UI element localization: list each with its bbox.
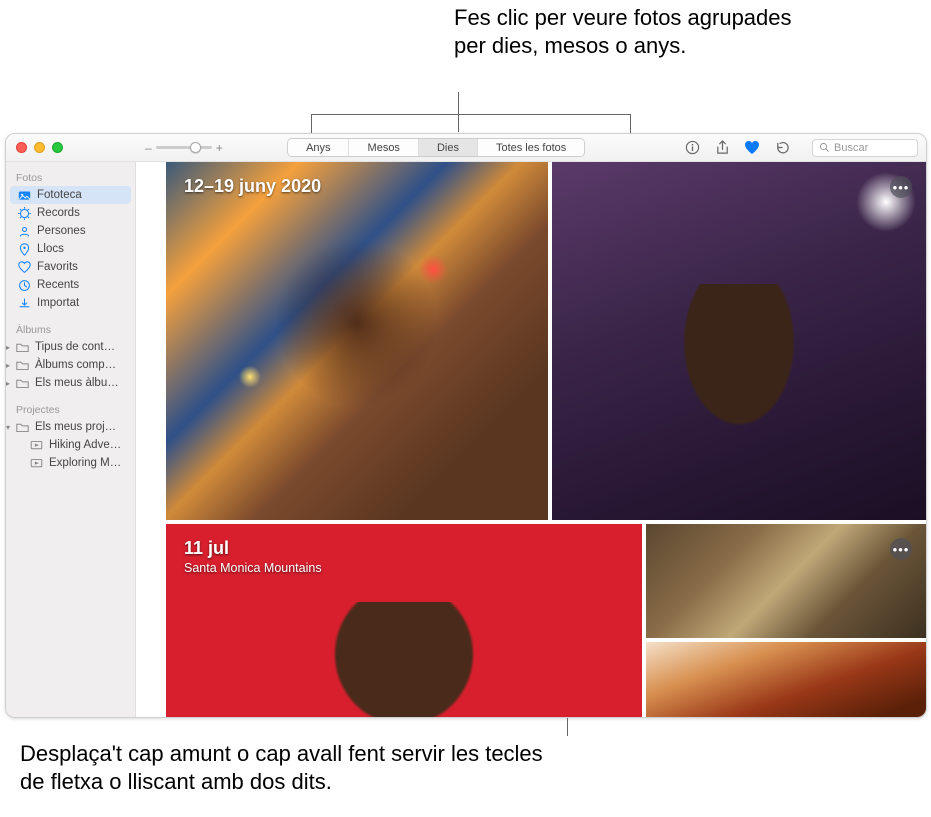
group-date: 11 jul [184,538,322,559]
photo-thumbnail[interactable]: ••• [552,162,926,520]
folder-icon [16,359,29,372]
sidebar-item-recents[interactable]: Recents [6,276,135,294]
search-input[interactable]: Buscar [812,139,918,157]
sidebar-section-projects: Projectes [6,400,135,418]
callout-bottom: Desplaça't cap amunt o cap avall fent se… [20,740,560,795]
window-controls [14,142,69,153]
sidebar-item-label: Importat [37,297,79,309]
callout-line [311,114,631,115]
day-group: 12–19 juny 2020 ••• [166,162,926,520]
recents-icon [18,279,31,292]
chevron-right-icon[interactable]: ▸ [6,343,14,352]
sidebar-item-label: Els meus àlbu… [35,377,119,389]
sidebar-item-label: Recents [37,279,79,291]
search-icon [819,142,830,153]
group-header: 11 jul Santa Monica Mountains [184,538,322,575]
chevron-right-icon[interactable]: ▸ [6,379,14,388]
library-icon [18,189,31,202]
share-icon[interactable] [714,140,730,156]
import-icon [18,297,31,310]
close-button[interactable] [16,142,27,153]
zoom-in-label: + [216,141,223,155]
sidebar-item-shared-albums[interactable]: Àlbums comp… [14,356,126,374]
tab-days[interactable]: Dies [419,139,478,156]
sidebar-item-label: Els meus proj… [35,421,116,433]
more-button[interactable]: ••• [890,538,912,560]
folder-icon [16,377,29,390]
slider-track[interactable] [156,146,212,149]
sidebar-item-my-albums[interactable]: Els meus àlbu… [14,374,129,392]
places-icon [18,243,31,256]
sidebar-section-albums: Àlbums [6,320,135,338]
favorite-icon[interactable] [744,140,760,156]
folder-icon [16,341,29,354]
group-header: 12–19 juny 2020 [184,176,321,197]
toolbar: – + Anys Mesos Dies Totes les fotos Busc… [6,134,926,162]
sidebar-item-project[interactable]: Hiking Adve… [6,436,135,454]
callout-line [311,114,312,133]
photo-thumbnail[interactable]: 11 jul Santa Monica Mountains [166,524,642,717]
chevron-down-icon[interactable]: ▾ [6,423,14,432]
sidebar-item-imports[interactable]: Importat [6,294,135,312]
group-date: 12–19 juny 2020 [184,176,321,197]
minimize-button[interactable] [34,142,45,153]
info-icon[interactable] [684,140,700,156]
photo-thumbnail[interactable]: ••• [646,524,926,638]
search-placeholder: Buscar [834,142,868,154]
sidebar-item-label: Hiking Adve… [49,439,121,451]
callout-top: Fes clic per veure fotos agrupades per d… [454,4,794,59]
folder-icon [16,421,29,434]
tab-all-photos[interactable]: Totes les fotos [478,139,584,156]
sidebar-item-label: Records [37,207,80,219]
callout-line [567,718,568,736]
zoom-out-label: – [145,141,152,155]
sidebar-section-photos: Fotos [6,168,135,186]
photo-grid[interactable]: 12–19 juny 2020 ••• 11 jul Santa Monica … [136,162,926,717]
tab-months[interactable]: Mesos [350,139,419,156]
slideshow-icon [30,439,43,452]
sidebar-item-label: Àlbums comp… [35,359,116,371]
photo-thumbnail[interactable] [646,642,926,717]
sidebar-item-label: Favorits [37,261,78,273]
callout-line [630,114,631,133]
sidebar: Fotos Fototeca Records Persones Llocs Fa… [6,162,136,717]
chevron-right-icon[interactable]: ▸ [6,361,14,370]
sidebar-item-label: Fototeca [37,189,82,201]
sidebar-item-project[interactable]: Exploring M… [6,454,135,472]
callout-line [458,92,459,132]
slider-thumb[interactable] [190,142,201,153]
sidebar-item-people[interactable]: Persones [6,222,135,240]
rotate-icon[interactable] [774,140,790,156]
memories-icon [18,207,31,220]
view-segmented-control: Anys Mesos Dies Totes les fotos [287,138,585,157]
favorites-icon [18,261,31,274]
sidebar-item-media-types[interactable]: Tipus de cont… [14,338,125,356]
photo-thumbnail[interactable]: 12–19 juny 2020 [166,162,548,520]
zoom-slider[interactable]: – + [145,141,223,155]
fullscreen-button[interactable] [52,142,63,153]
sidebar-item-memories[interactable]: Records [6,204,135,222]
toolbar-actions: Buscar [684,139,918,157]
slideshow-icon [30,457,43,470]
people-icon [18,225,31,238]
sidebar-item-label: Exploring M… [49,457,121,469]
more-button[interactable]: ••• [890,176,912,198]
group-location: Santa Monica Mountains [184,561,322,575]
tab-years[interactable]: Anys [288,139,349,156]
content-area: Fotos Fototeca Records Persones Llocs Fa… [6,162,926,717]
sidebar-item-places[interactable]: Llocs [6,240,135,258]
photos-app-window: – + Anys Mesos Dies Totes les fotos Busc… [5,133,927,718]
sidebar-item-favorites[interactable]: Favorits [6,258,135,276]
sidebar-item-my-projects[interactable]: Els meus proj… [14,418,126,436]
sidebar-item-label: Llocs [37,243,64,255]
sidebar-item-label: Persones [37,225,86,237]
day-group: 11 jul Santa Monica Mountains ••• [166,524,926,717]
sidebar-item-label: Tipus de cont… [35,341,115,353]
sidebar-item-library[interactable]: Fototeca [10,186,131,204]
